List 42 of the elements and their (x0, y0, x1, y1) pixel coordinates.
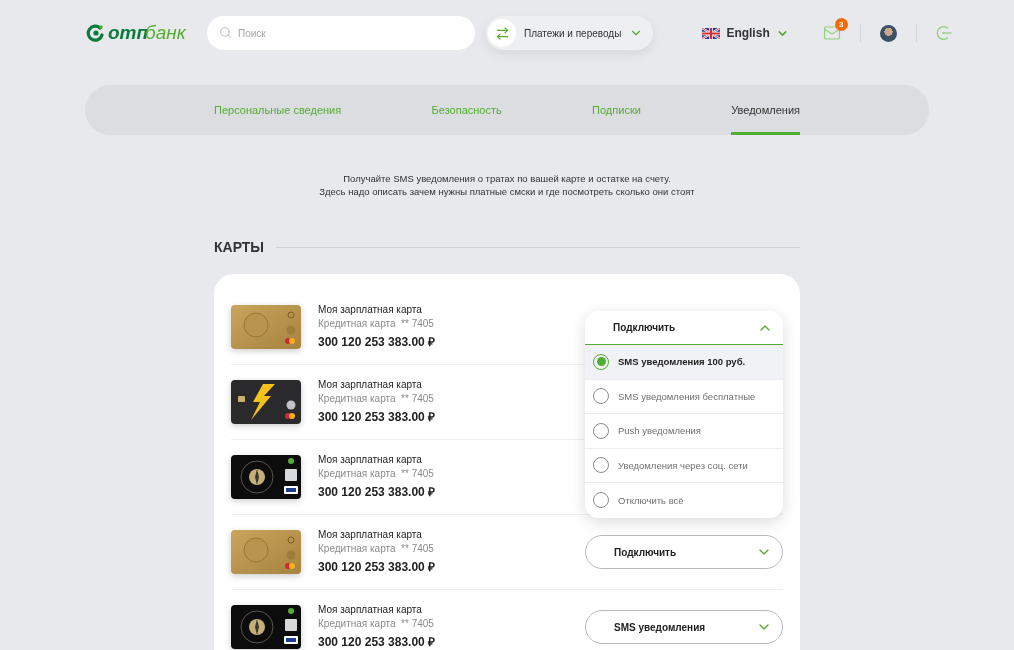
transfer-icon (488, 19, 516, 47)
language-selector[interactable]: English (702, 26, 789, 40)
bank-card-image (231, 305, 301, 349)
payments-menu-button[interactable]: Платежи и переводы (486, 16, 654, 50)
notification-dropdown[interactable]: Подключить SMS уведомления 100 руб. SMS уведомления бесплатные Push уведомления Уведомления через соц. сети Отключить всё (585, 311, 783, 518)
dropdown-option[interactable]: SMS уведомления 100 руб. (585, 345, 783, 380)
card-name: Моя зарплатная карта (318, 529, 422, 540)
logo-text: банк (145, 22, 186, 44)
logo-icon (86, 24, 104, 42)
search-field[interactable]: Поиск (207, 16, 475, 50)
dropdown-toggle[interactable]: Подключить (585, 311, 783, 345)
card-balance: 300 120 253 383.00 ₽ (318, 634, 436, 650)
card-type: Кредитная карта ** 7405 (318, 543, 434, 554)
dropdown-option[interactable]: Уведомления через соц. сети (585, 448, 783, 483)
tab[interactable]: Уведомления (731, 85, 800, 135)
dropdown-option[interactable]: Push уведомления (585, 414, 783, 449)
card-type: Кредитная карта ** 7405 (318, 468, 434, 479)
card-type: Кредитная карта ** 7405 (318, 318, 434, 329)
bank-card-image (231, 530, 301, 574)
flag-icon (702, 27, 721, 39)
notification-select[interactable]: Подключить (585, 535, 783, 569)
card-balance: 300 120 253 383.00 ₽ (318, 484, 436, 500)
intro-text: Получайте SMS уведомления о тратах по вашей карте и остатке на счету. Здесь надо описать зачем нужны платные смски и где посмотреть сколько они стоят (318, 172, 696, 198)
bank-card-image (231, 455, 301, 499)
search-icon (219, 26, 232, 39)
card-balance: 300 120 253 383.00 ₽ (318, 409, 436, 425)
mail-icon (822, 24, 841, 42)
card-balance: 300 120 253 383.00 ₽ (318, 559, 436, 575)
notification-badge: 3 (834, 18, 848, 31)
bank-card-image (231, 380, 301, 424)
avatar[interactable] (879, 24, 897, 42)
dropdown-option[interactable]: Отключить всё (585, 483, 783, 518)
dropdown-option[interactable]: SMS уведомления бесплатные (585, 379, 783, 414)
card-balance: 300 120 253 383.00 ₽ (318, 334, 436, 350)
card-name: Моя зарплатная карта (318, 604, 422, 615)
card-type: Кредитная карта ** 7405 (318, 618, 434, 629)
card-name: Моя зарплатная карта (318, 454, 422, 465)
notification-select[interactable]: SMS уведомления (585, 610, 783, 644)
card-name: Моя зарплатная карта (318, 304, 422, 315)
card-name: Моя зарплатная карта (318, 379, 422, 390)
card-type: Кредитная карта ** 7405 (318, 393, 434, 404)
section-title: КАРТЫ (214, 239, 265, 255)
